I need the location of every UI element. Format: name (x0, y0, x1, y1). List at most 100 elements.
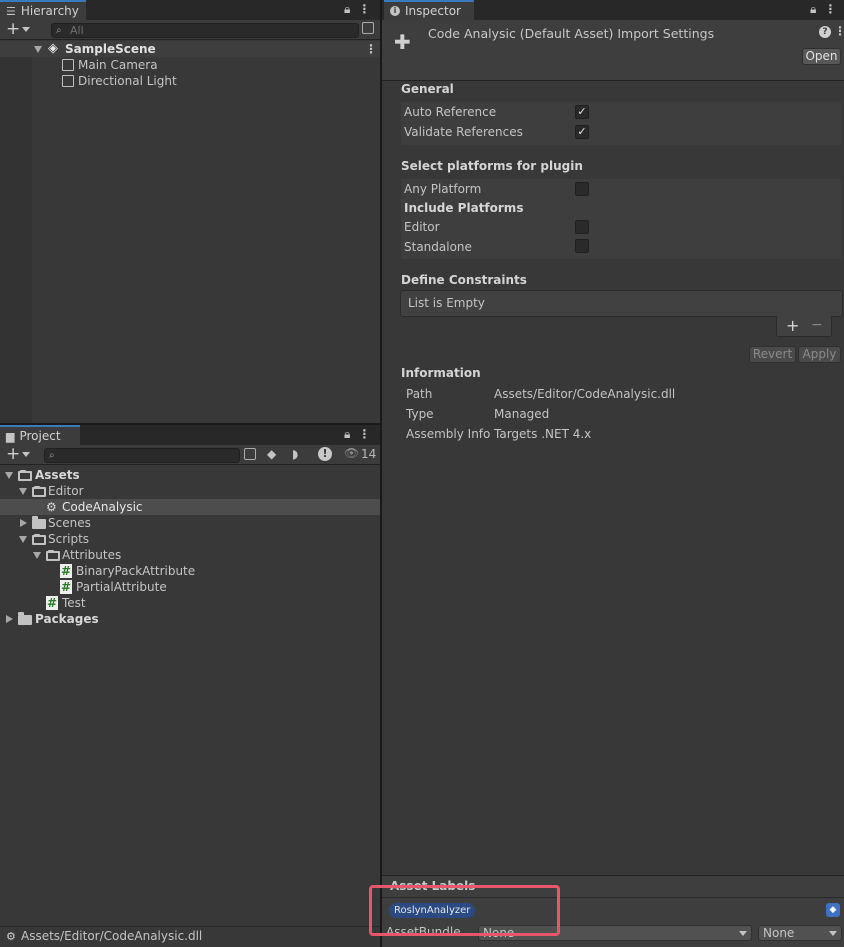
tree-label: Scenes (48, 516, 91, 530)
list-empty-text: List is Empty (408, 296, 485, 310)
tag-icon[interactable]: ◆ (826, 903, 840, 917)
project-panel: ▆ Project 🔒︎ ⋮ + ⌕ ◆ ◗ ! 👁︎ 14 Assets Ed… (0, 425, 380, 927)
standalone-platform-checkbox[interactable] (575, 239, 589, 253)
information-title: Information (401, 366, 481, 380)
apply-button[interactable]: Apply (798, 346, 841, 363)
plugin-puzzle-icon: ✚ (394, 30, 411, 54)
validate-references-checkbox[interactable]: ✓ (575, 125, 589, 139)
tree-item-scenes[interactable]: Scenes (0, 515, 380, 531)
editor-platform-checkbox[interactable] (575, 220, 589, 234)
folder-open-icon (32, 534, 46, 545)
hierarchy-item-main-camera[interactable]: Main Camera (32, 57, 380, 73)
tag-filter-icon[interactable]: ◗ (292, 447, 298, 461)
search-by-type-icon[interactable] (362, 22, 374, 34)
remove-constraint-button[interactable]: − (811, 317, 823, 333)
csharp-script-icon: # (46, 596, 58, 610)
header-menu-icon[interactable]: ⋮ (834, 24, 844, 38)
inspector-tab-label: Inspector (405, 4, 461, 18)
search-by-type-icon[interactable] (244, 448, 256, 460)
collapsed-arrow-icon[interactable] (6, 615, 13, 623)
path-label: Path (406, 387, 433, 401)
chevron-down-icon[interactable] (22, 452, 30, 457)
lock-icon[interactable]: 🔒︎ (344, 2, 350, 17)
warning-filter-icon[interactable]: ! (318, 447, 332, 461)
hierarchy-tab-label: Hierarchy (20, 4, 79, 18)
help-icon[interactable]: ? (819, 26, 831, 38)
tree-item-partialattribute[interactable]: # PartialAttribute (0, 579, 380, 595)
hierarchy-search-input[interactable]: ⌕ All (51, 23, 359, 38)
tree-label: Editor (48, 484, 84, 498)
standalone-platform-label: Standalone (404, 240, 472, 254)
assembly-info-label: Assembly Info (406, 427, 491, 441)
platforms-title: Select platforms for plugin (401, 159, 583, 173)
folder-icon (18, 612, 32, 625)
tree-label: CodeAnalysic (62, 500, 143, 514)
validate-references-label: Validate References (404, 125, 523, 139)
menu-icon[interactable]: ⋮ (824, 2, 836, 17)
inspector-panel: i Inspector 🔒︎ ⋮ ✚ Code Analysic (Defaul… (382, 0, 844, 947)
hierarchy-panel: ☰ Hierarchy 🔒︎ ⋮ + ⌕ All ◈ SampleScene ⋮… (0, 0, 380, 423)
scene-menu-icon[interactable]: ⋮ (365, 41, 377, 57)
add-icon[interactable]: + (6, 20, 20, 39)
expand-arrow-icon[interactable] (34, 46, 42, 53)
filter-by-type-icon[interactable]: ◆ (267, 447, 276, 461)
any-platform-label: Any Platform (404, 182, 482, 196)
menu-icon[interactable]: ⋮ (358, 2, 370, 17)
hierarchy-toolbar: + ⌕ All (0, 20, 380, 40)
tree-item-packages[interactable]: Packages (0, 611, 380, 627)
project-tab-label: Project (19, 429, 61, 443)
inspector-header: ✚ Code Analysic (Default Asset) Import S… (382, 20, 844, 81)
tree-item-assets[interactable]: Assets (0, 467, 380, 483)
add-constraint-button[interactable]: + (786, 316, 799, 335)
tree-item-editor[interactable]: Editor (0, 483, 380, 499)
lock-icon[interactable]: 🔒︎ (344, 427, 350, 442)
hidden-count: 14 (361, 447, 377, 461)
assetbundle-variant-dropdown[interactable]: None (758, 925, 842, 941)
folder-open-icon (32, 486, 46, 497)
scene-row[interactable]: ◈ SampleScene ⋮ (0, 41, 380, 57)
plugin-icon: ⚙ (6, 930, 16, 943)
info-icon: i (390, 6, 400, 16)
hierarchy-gutter (0, 41, 32, 423)
open-button[interactable]: Open (802, 48, 841, 65)
constraints-footer: + − (776, 316, 832, 337)
tree-item-binarypackattribute[interactable]: # BinaryPackAttribute (0, 563, 380, 579)
chevron-down-icon[interactable] (22, 27, 30, 32)
folder-open-icon (18, 470, 32, 481)
folder-icon: ▆ (6, 429, 15, 443)
csharp-script-icon: # (60, 580, 72, 594)
general-box: Auto Reference ✓ Validate References ✓ (401, 102, 841, 145)
lock-icon[interactable]: 🔒︎ (810, 2, 816, 17)
any-platform-checkbox[interactable] (575, 182, 589, 196)
plugin-icon: ⚙ (46, 500, 57, 514)
collapsed-arrow-icon[interactable] (20, 519, 27, 527)
tab-project[interactable]: ▆ Project (0, 425, 80, 445)
expand-arrow-icon[interactable] (19, 536, 27, 543)
tree-label: Attributes (62, 548, 122, 562)
project-search-input[interactable]: ⌕ (44, 448, 240, 463)
eye-icon[interactable]: 👁︎ (344, 446, 359, 460)
folder-open-icon (46, 550, 60, 561)
hierarchy-tab-controls: 🔒︎ ⋮ (344, 2, 370, 17)
hierarchy-item-directional-light[interactable]: Directional Light (32, 73, 380, 89)
tree-item-scripts[interactable]: Scripts (0, 531, 380, 547)
auto-reference-checkbox[interactable]: ✓ (575, 105, 589, 119)
csharp-script-icon: # (60, 564, 72, 578)
menu-icon[interactable]: ⋮ (358, 427, 370, 442)
chevron-down-icon (829, 931, 837, 936)
platforms-box: Any Platform Include Platforms Editor St… (401, 179, 841, 259)
tree-item-codeanalysic[interactable]: ⚙ CodeAnalysic (0, 499, 380, 515)
add-icon[interactable]: + (6, 445, 20, 464)
tree-item-test[interactable]: # Test (0, 595, 380, 611)
expand-arrow-icon[interactable] (33, 552, 41, 559)
constraints-list: List is Empty (400, 290, 843, 317)
expand-arrow-icon[interactable] (5, 472, 13, 479)
tree-item-attributes[interactable]: Attributes (0, 547, 380, 563)
tree-label: Packages (35, 612, 99, 626)
highlight-box (369, 885, 560, 936)
revert-button[interactable]: Revert (749, 346, 796, 363)
tab-inspector[interactable]: i Inspector (384, 0, 474, 20)
expand-arrow-icon[interactable] (19, 488, 27, 495)
chevron-down-icon (739, 931, 747, 936)
tab-hierarchy[interactable]: ☰ Hierarchy (0, 0, 86, 20)
